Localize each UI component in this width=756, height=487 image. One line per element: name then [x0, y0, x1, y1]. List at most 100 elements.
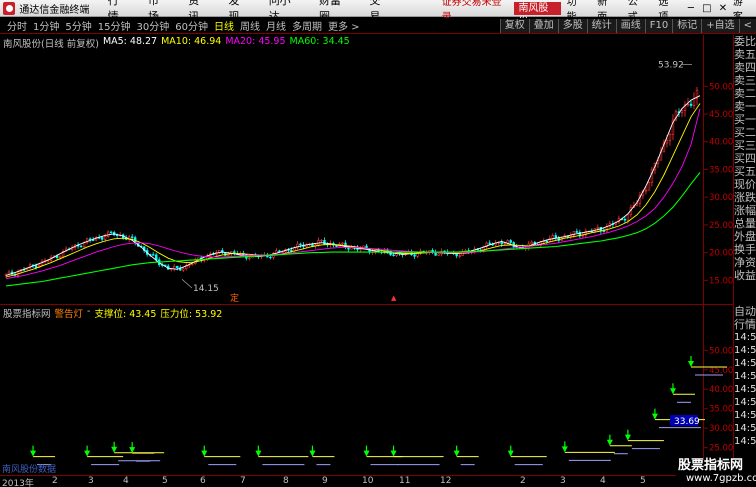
tab-multi-period[interactable]: 多周期 — [289, 18, 325, 33]
candle-body — [106, 231, 110, 237]
tab-60min[interactable]: 60分钟 — [172, 18, 211, 33]
candle-body — [665, 140, 669, 144]
tool-mark-button[interactable]: 标记 — [672, 18, 702, 33]
tool-draw-button[interactable]: 画线 — [615, 18, 645, 33]
date-label: 5 — [640, 476, 646, 486]
indicator-tick-label: 40.00 — [709, 385, 733, 395]
tool-stats-button[interactable]: 统计 — [586, 18, 616, 33]
low-price-label: 14.15 — [193, 284, 219, 294]
side-panel-item: 买四 — [734, 152, 756, 165]
candle-body — [58, 255, 62, 258]
tab-timeshare[interactable]: 分时 — [4, 18, 30, 33]
date-axis: 2013年 2 3 4 5 6 7 8 9 10 11 12 2 3 4 5 — [0, 475, 733, 487]
close-icon[interactable]: ✕ — [715, 3, 731, 14]
side-panel-item: 卖四 — [734, 61, 756, 74]
side-panel-time: 14:50 — [734, 345, 756, 356]
candle-body — [299, 243, 302, 246]
candle-body — [692, 98, 696, 106]
kline-chart[interactable]: 50.00 45.00 40.00 35.00 30.00 25.00 20.00 15.00… — [0, 35, 756, 305]
tool-add-watchlist-button[interactable]: +自选 — [701, 18, 739, 33]
watermark-url: www.7gpzb.com — [686, 473, 756, 484]
date-label: 2 — [520, 476, 526, 486]
date-label: 5 — [162, 476, 168, 486]
ma20-value: MA20: 45.95 — [225, 36, 286, 47]
price-tick-label: 30.00 — [709, 193, 733, 203]
candle-body — [130, 236, 134, 238]
candle-body — [413, 254, 416, 257]
candle-body — [191, 263, 194, 265]
quote-side-panel: 委比 卖五 卖四 卖三 卖二 卖一 买一 买二 买三 买四 买五 现价 涨跌 涨幅 总量 外盘 换手 净资 收益 自动… — [733, 35, 756, 475]
candle-body — [155, 254, 158, 261]
candle-body — [623, 218, 627, 221]
tool-f10-button[interactable]: F10 — [644, 18, 673, 33]
side-panel-item: 买五 — [734, 165, 756, 178]
candle-body — [311, 243, 314, 247]
tab-30min[interactable]: 30分钟 — [133, 18, 172, 33]
candle-body — [668, 134, 672, 141]
side-panel-time: 14:50 — [734, 358, 756, 369]
current-value-label: 33.69 — [674, 417, 700, 427]
kline-legend: 南风股份(日线 前复权) MA5: 48.27 MA10: 46.94 MA20… — [3, 36, 350, 50]
side-panel-time: 14:50 — [734, 332, 756, 343]
trading-terminal-window: 通达信金融终端 行情 市场 资讯 发现 问小达 财富圈 交易 证券交易未登录 南… — [0, 0, 756, 487]
maximize-icon[interactable]: □ — [699, 3, 715, 14]
price-tick-label: 15.00 — [709, 276, 733, 286]
side-panel-item: 收益 — [734, 269, 756, 282]
current-stock-badge[interactable]: 南风股份 — [514, 1, 561, 27]
indicator-name: 股票指标网 — [3, 309, 51, 320]
indicator-chart[interactable]: 50.0045.0040.0035.0030.0025.00 33.69 南风股… — [0, 305, 756, 475]
app-logo-icon — [3, 1, 16, 15]
date-label: 2 — [52, 476, 58, 486]
candle-body — [458, 255, 461, 257]
tab-5min[interactable]: 5分钟 — [62, 18, 94, 33]
side-panel-time: 14:50 — [734, 384, 756, 395]
period-toolbar: 分时 1分钟 5分钟 15分钟 30分钟 60分钟 日线 周线 月线 多周期 更… — [0, 18, 756, 34]
candle-body — [109, 231, 113, 234]
side-panel-item: 换手 — [734, 243, 756, 256]
date-label: 2013年 — [2, 479, 34, 487]
candle-body — [488, 242, 491, 245]
tab-1min[interactable]: 1分钟 — [30, 18, 62, 33]
date-label: 3 — [560, 476, 566, 486]
tab-15min[interactable]: 15分钟 — [95, 18, 134, 33]
side-panel-item: 买一 — [734, 113, 756, 126]
side-panel-lower-item[interactable]: 行情 — [734, 318, 756, 331]
date-label: 12 — [440, 476, 452, 486]
candle-body — [79, 245, 83, 248]
candle-body — [34, 265, 38, 268]
side-panel-item: 涨跌 — [734, 191, 756, 204]
tab-more[interactable]: 更多 > — [325, 18, 363, 33]
tab-daily[interactable]: 日线 — [211, 18, 237, 33]
date-label: 9 — [322, 476, 328, 486]
side-panel-item: 外盘 — [734, 230, 756, 243]
side-panel-item: 委比 — [734, 35, 756, 48]
side-panel-item: 卖三 — [734, 74, 756, 87]
title-bar: 通达信金融终端 行情 市场 资讯 发现 问小达 财富圈 交易 证券交易未登录 南… — [0, 0, 756, 27]
candle-body — [509, 240, 512, 243]
tool-collapse-button[interactable]: < — [738, 18, 756, 33]
candle-body — [176, 265, 179, 269]
candle-body — [269, 256, 272, 259]
ma10-value: MA10: 46.94 — [161, 36, 222, 47]
tool-adjust-button[interactable]: 复权 — [499, 18, 529, 33]
tool-multi-stock-button[interactable]: 多股 — [557, 18, 587, 33]
price-tick-label: 50.00 — [709, 82, 733, 92]
candle-body — [500, 242, 503, 245]
minimize-icon[interactable]: ─ — [683, 3, 699, 14]
indicator-separator: - — [87, 306, 91, 317]
indicator-tick-label: 25.00 — [709, 444, 733, 454]
tab-monthly[interactable]: 月线 — [263, 18, 289, 33]
candle-body — [686, 103, 690, 106]
side-panel-lower-item[interactable]: 自动 — [734, 305, 756, 318]
indicator-lamp: 警告灯 — [54, 309, 84, 320]
date-label: 8 — [283, 476, 289, 486]
candle-body — [173, 265, 176, 270]
side-panel-item: 现价 — [734, 178, 756, 191]
side-panel-item: 卖一 — [734, 100, 756, 113]
indicator-tick-label: 30.00 — [709, 424, 733, 434]
tab-weekly[interactable]: 周线 — [237, 18, 263, 33]
candle-body — [233, 251, 236, 254]
side-panel-item: 总量 — [734, 217, 756, 230]
support-value: 支撑位: 43.45 — [94, 309, 157, 320]
tool-overlay-button[interactable]: 叠加 — [528, 18, 558, 33]
